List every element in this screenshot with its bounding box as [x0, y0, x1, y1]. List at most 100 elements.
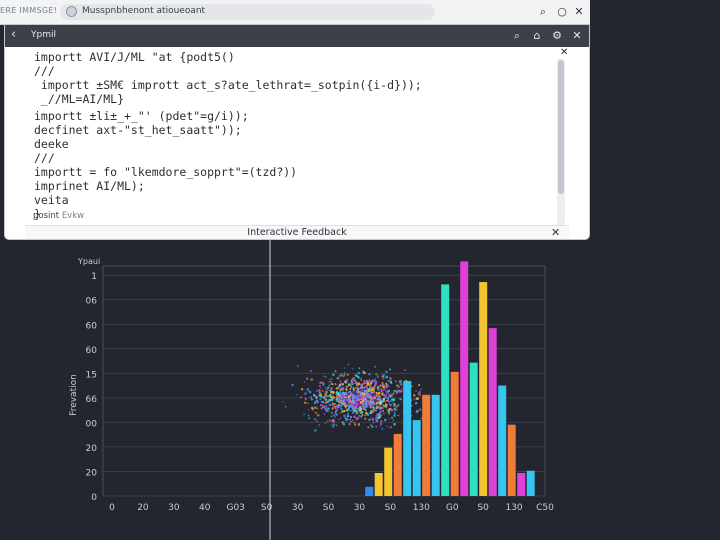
- scatter-point: [318, 423, 321, 426]
- code-editor[interactable]: importt AVI/J/ML "at {podt5() /// import…: [25, 47, 569, 225]
- editor-scrollbar[interactable]: [557, 58, 565, 226]
- scatter-point: [331, 406, 334, 409]
- x-tick-label: G03: [226, 503, 244, 513]
- scatter-point: [304, 392, 307, 395]
- scatter-point: [352, 419, 354, 422]
- scatter-point: [368, 418, 371, 422]
- scatter-point: [380, 388, 383, 391]
- scatter-point: [330, 383, 333, 386]
- scatter-point: [307, 416, 311, 420]
- scatter-point: [335, 413, 338, 416]
- code-line-8: ///: [34, 151, 55, 165]
- x-tick-label: 20: [137, 503, 149, 513]
- close-icon[interactable]: ✕: [568, 27, 586, 45]
- scatter-point: [326, 400, 330, 403]
- scatter-point: [346, 385, 349, 388]
- scatter-point: [342, 388, 345, 391]
- histogram-bar: [479, 282, 488, 496]
- address-bar[interactable]: Musspnbhenont atioueoant: [60, 4, 435, 20]
- scatter-point: [308, 391, 312, 394]
- scatter-point: [369, 385, 372, 387]
- scatter-point: [398, 389, 401, 393]
- scatter-point: [330, 387, 332, 389]
- histogram-bar: [374, 473, 383, 496]
- scatter-point: [328, 394, 332, 398]
- scatter-point: [351, 368, 354, 370]
- scatter-point: [328, 384, 331, 386]
- scatter-point: [309, 396, 312, 399]
- scatter-point: [303, 381, 306, 383]
- scatter-point: [303, 401, 306, 404]
- scatter-point: [369, 410, 373, 413]
- scatter-point: [399, 379, 402, 383]
- scatter-point: [320, 387, 322, 389]
- search-icon[interactable]: ⌕: [508, 27, 526, 45]
- scatter-point: [328, 389, 331, 392]
- editor-hint: posint Evkw: [33, 211, 84, 221]
- scatter-point: [392, 419, 395, 421]
- scatter-point: [354, 382, 356, 385]
- scatter-point: [370, 389, 373, 392]
- scatter-point: [364, 382, 367, 384]
- scatter-point: [307, 402, 309, 405]
- scatter-point: [383, 388, 386, 391]
- scrollbar-thumb[interactable]: [558, 60, 564, 194]
- back-icon[interactable]: ‹: [11, 27, 16, 42]
- scatter-point: [381, 375, 384, 378]
- scatter-point: [379, 425, 381, 427]
- x-tick-label: G0: [446, 503, 459, 513]
- scatter-point: [291, 383, 294, 387]
- histogram-bar: [498, 385, 507, 496]
- y-axis-label: Frevation: [69, 374, 79, 416]
- scatter-point: [395, 391, 399, 394]
- scatter-point: [336, 406, 339, 409]
- scatter-point: [387, 397, 389, 399]
- feedback-close-icon[interactable]: ✕: [551, 226, 560, 239]
- scatter-point: [343, 414, 346, 418]
- scatter-point: [332, 395, 335, 398]
- scatter-point: [332, 373, 335, 376]
- browser-tab-label[interactable]: ERE IMMSGE!: [0, 6, 57, 15]
- scatter-point: [325, 405, 328, 408]
- scatter-point: [389, 425, 393, 429]
- histogram-bar: [450, 371, 459, 496]
- close-icon[interactable]: ✕: [570, 3, 588, 21]
- search-icon[interactable]: ⌕: [534, 3, 552, 21]
- hint-main: posint: [33, 211, 60, 221]
- scatter-point: [377, 417, 380, 419]
- scatter-point: [365, 383, 368, 385]
- scatter-point: [397, 414, 400, 417]
- scatter-point: [400, 384, 403, 387]
- scatter-point: [347, 407, 349, 409]
- scatter-point: [321, 389, 324, 392]
- x-tick-label: S0: [477, 503, 489, 513]
- scatter-point: [360, 415, 363, 418]
- lock-icon[interactable]: ⌂: [528, 27, 546, 45]
- scatter-point: [324, 387, 327, 389]
- editor-close-icon[interactable]: ✕: [560, 47, 568, 58]
- scatter-point: [355, 418, 358, 421]
- scatter-point: [316, 390, 318, 393]
- scatter-point: [397, 385, 400, 389]
- scatter-point: [374, 380, 377, 383]
- scatter-point: [324, 406, 326, 408]
- scatter-point: [316, 399, 318, 401]
- scatter-point: [343, 367, 346, 369]
- code-line-3: importt ±SM€ imprott act_s?ate_lethrat=_…: [34, 78, 422, 92]
- x-tick-label: S0: [385, 503, 397, 513]
- scatter-point: [282, 401, 284, 403]
- scatter-point: [354, 387, 357, 389]
- scatter-point: [388, 394, 391, 397]
- scatter-point: [336, 400, 338, 403]
- scatter-point: [334, 416, 336, 418]
- scatter-point: [374, 407, 376, 409]
- scatter-point: [324, 392, 327, 396]
- settings-icon[interactable]: ⚙: [548, 27, 566, 45]
- scatter-point: [354, 416, 357, 419]
- scatter-point: [379, 384, 382, 387]
- scatter-point: [390, 416, 394, 419]
- histogram-bar: [422, 394, 431, 496]
- scatter-point: [317, 414, 320, 417]
- scatter-point: [374, 365, 377, 368]
- bell-icon[interactable]: ○: [553, 3, 571, 21]
